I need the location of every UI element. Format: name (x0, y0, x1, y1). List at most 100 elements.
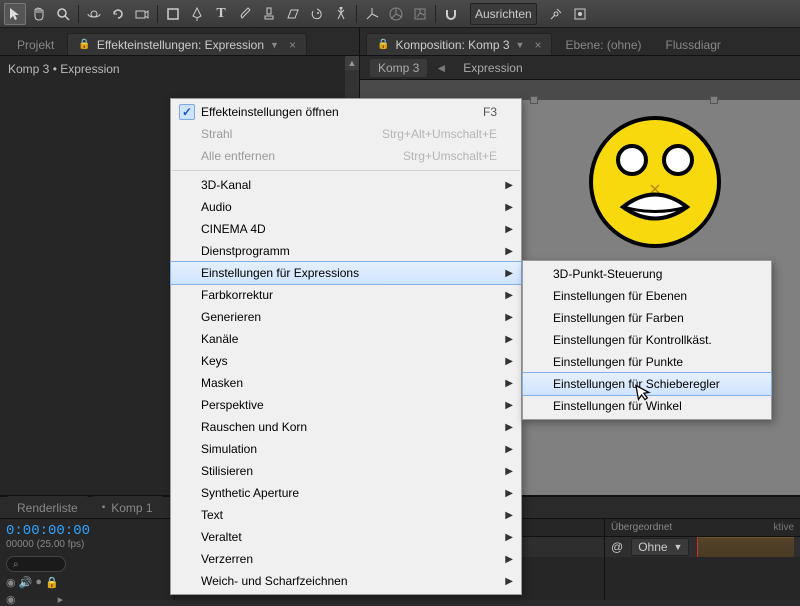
menu-item-label: Farbkorrektur (201, 288, 273, 302)
menu-rauschen[interactable]: Rauschen und Korn▶ (171, 416, 521, 438)
solo-icon[interactable]: ● (35, 576, 42, 589)
tab-flussdiagramm[interactable]: Flussdiagr (655, 33, 732, 55)
submenu-arrow-icon: ▶ (505, 268, 513, 279)
menu-item-label: 3D-Kanal (201, 178, 251, 192)
menu-remove-all-label: Alle entfernen (201, 149, 275, 163)
menu-verzerren[interactable]: Verzerren▶ (171, 548, 521, 570)
search-ui-icon[interactable] (545, 3, 567, 25)
lock-icon: 🔒 (377, 39, 389, 50)
rect-tool[interactable] (162, 3, 184, 25)
menu-text[interactable]: Text▶ (171, 504, 521, 526)
timeline-right: Übergeordnet ktive @ Ohne ▼ (605, 519, 800, 600)
tab-komposition[interactable]: 🔒 Komposition: Komp 3 ▼ × (366, 33, 552, 55)
menu-item-label: Simulation (201, 442, 257, 456)
menu-strahl: Strahl Strg+Alt+Umschalt+E (171, 123, 521, 145)
expressions-submenu: 3D-Punkt-Steuerung Einstellungen für Ebe… (522, 260, 772, 420)
lock-column-icon[interactable]: 🔒 (45, 576, 59, 589)
stamp-tool[interactable] (258, 3, 280, 25)
brush-tool[interactable] (234, 3, 256, 25)
mask-mode-icon[interactable] (569, 3, 591, 25)
menu-keys[interactable]: Keys▶ (171, 350, 521, 372)
local-axis-icon[interactable] (361, 3, 383, 25)
scroll-up-icon[interactable]: ▲ (345, 56, 359, 70)
menu-simulation[interactable]: Simulation ▶ (171, 438, 521, 460)
rotate-tool[interactable] (107, 3, 129, 25)
submenu-schieberegler[interactable]: Einstellungen für Schieberegler (523, 373, 771, 395)
parent-dropdown[interactable]: Ohne ▼ (631, 538, 689, 556)
close-icon[interactable]: × (289, 38, 296, 52)
visibility-icon[interactable]: ◉ (6, 576, 16, 589)
menu-kanale[interactable]: Kanäle▶ (171, 328, 521, 350)
tab-projekt[interactable]: Projekt (6, 33, 65, 55)
camera-tool[interactable] (131, 3, 153, 25)
tab-renderliste[interactable]: Renderliste (6, 496, 89, 518)
menu-veraltet[interactable]: Veraltet▶ (171, 526, 521, 548)
menu-item-label: Generieren (201, 310, 261, 324)
effects-context-menu: ✓ Effekteinstellungen öffnen F3 Strahl S… (170, 98, 522, 595)
breadcrumb-expression[interactable]: Expression (455, 59, 530, 77)
submenu-arrow-icon: ▶ (505, 554, 513, 565)
eraser-tool[interactable] (282, 3, 304, 25)
menu-open-fx-settings[interactable]: ✓ Effekteinstellungen öffnen F3 (171, 101, 521, 123)
submenu-winkel[interactable]: Einstellungen für Winkel (523, 395, 771, 417)
menu-weich-scharf[interactable]: Weich- und Scharfzeichnen▶ (171, 570, 521, 592)
selection-tool[interactable] (4, 3, 26, 25)
breadcrumb-separator-icon: ◄ (435, 61, 447, 75)
breadcrumb-komp3[interactable]: Komp 3 (370, 59, 427, 77)
menu-cinema4d[interactable]: CINEMA 4D▶ (171, 218, 521, 240)
submenu-item-label: Einstellungen für Kontrollkäst. (553, 333, 712, 347)
timeline-search[interactable]: ⌕ (6, 556, 66, 572)
menu-open-fx-label: Effekteinstellungen öffnen (201, 105, 339, 119)
submenu-3d-punkt[interactable]: 3D-Punkt-Steuerung (523, 263, 771, 285)
menu-masken[interactable]: Masken▶ (171, 372, 521, 394)
tab-komp1[interactable]: ▪ Komp 1 (91, 496, 164, 518)
menu-expressions[interactable]: Einstellungen für Expressions▶ (171, 262, 521, 284)
submenu-farben[interactable]: Einstellungen für Farben (523, 307, 771, 329)
transform-handle[interactable] (710, 96, 718, 104)
roto-tool[interactable] (306, 3, 328, 25)
layer-duration-bar[interactable] (697, 537, 794, 557)
submenu-arrow-icon: ▶ (505, 576, 513, 587)
submenu-kontrollkaestchen[interactable]: Einstellungen für Kontrollkäst. (523, 329, 771, 351)
tab-komposition-label: Komposition: Komp 3 (395, 38, 509, 52)
audio-icon[interactable]: 🔊 (19, 576, 33, 589)
menu-item-label: Synthetic Aperture (201, 486, 299, 500)
tab-fluss-label: Flussdiagr (666, 38, 721, 52)
menu-item-label: CINEMA 4D (201, 222, 266, 236)
tab-effekteinstellungen[interactable]: 🔒 Effekteinstellungen: Expression ▼ × (67, 33, 307, 55)
menu-3d-kanal[interactable]: 3D-Kanal▶ (171, 174, 521, 196)
align-dropdown[interactable]: Ausrichten (470, 3, 537, 25)
menu-dienstprogramm[interactable]: Dienstprogramm▶ (171, 240, 521, 262)
submenu-item-label: Einstellungen für Farben (553, 311, 684, 325)
pen-tool[interactable] (186, 3, 208, 25)
submenu-ebenen[interactable]: Einstellungen für Ebenen (523, 285, 771, 307)
timeline-left-controls: 0:00:00:00 00000 (25.00 fps) ⌕ ◉ 🔊 ● 🔒 ◉… (0, 519, 175, 600)
zoom-tool[interactable] (52, 3, 74, 25)
menu-audio[interactable]: Audio▶ (171, 196, 521, 218)
submenu-arrow-icon: ▶ (505, 246, 513, 257)
menu-generieren[interactable]: Generieren▶ (171, 306, 521, 328)
menu-synthetic-aperture[interactable]: Synthetic Aperture▶ (171, 482, 521, 504)
menu-perspektive[interactable]: Perspektive▶ (171, 394, 521, 416)
playhead[interactable] (697, 537, 698, 557)
tab-effekt-label: Effekteinstellungen: Expression (97, 38, 264, 52)
parent-pickwhip-icon[interactable]: @ (611, 540, 623, 554)
submenu-punkte[interactable]: Einstellungen für Punkte (523, 351, 771, 373)
text-tool[interactable]: T (210, 3, 232, 25)
menu-stilisieren[interactable]: Stilisieren▶ (171, 460, 521, 482)
tab-ebene[interactable]: Ebene: (ohne) (554, 33, 652, 55)
submenu-arrow-icon: ▶ (505, 444, 513, 455)
chevron-down-icon[interactable]: ▼ (270, 40, 279, 50)
puppet-tool[interactable] (330, 3, 352, 25)
world-axis-icon[interactable] (385, 3, 407, 25)
snap-icon[interactable] (440, 3, 462, 25)
menu-farbkorrektur[interactable]: Farbkorrektur▶ (171, 284, 521, 306)
menu-item-label: Rauschen und Korn (201, 420, 307, 434)
chevron-down-icon[interactable]: ▼ (516, 40, 525, 50)
view-axis-icon[interactable] (409, 3, 431, 25)
orbit-tool[interactable] (83, 3, 105, 25)
current-timecode[interactable]: 0:00:00:00 (6, 523, 168, 539)
transform-handle[interactable] (530, 96, 538, 104)
close-icon[interactable]: × (534, 38, 541, 52)
hand-tool[interactable] (28, 3, 50, 25)
